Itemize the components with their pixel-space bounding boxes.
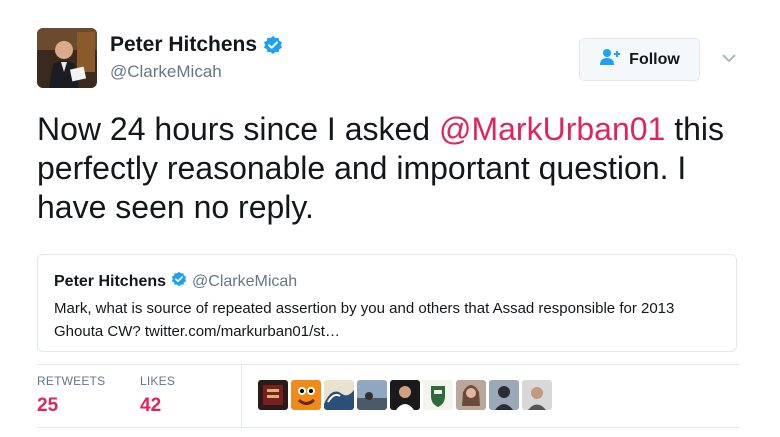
author-name-row[interactable]: Peter Hitchens: [110, 33, 283, 57]
add-person-icon: [599, 48, 621, 71]
chevron-down-icon[interactable]: [719, 50, 739, 66]
likes-stat[interactable]: LIKES 42: [140, 374, 175, 417]
liker-avatar[interactable]: [489, 380, 519, 410]
follow-button-label: Follow: [629, 50, 680, 68]
retweets-stat[interactable]: RETWEETS 25: [37, 374, 105, 417]
author-name[interactable]: Peter Hitchens: [110, 33, 257, 57]
quoted-tweet-header: Peter Hitchens @ClarkeMicah: [54, 271, 297, 292]
stats-bottom-divider: [37, 427, 740, 428]
quoted-verified-badge-icon: [171, 271, 187, 292]
verified-badge-icon: [263, 35, 283, 55]
liker-avatar[interactable]: [291, 380, 321, 410]
likers-avatars: [258, 380, 552, 410]
liker-avatar[interactable]: [357, 380, 387, 410]
liker-avatar[interactable]: [390, 380, 420, 410]
follow-button[interactable]: Follow: [579, 38, 700, 81]
mention-link[interactable]: @MarkUrban01: [439, 111, 665, 147]
liker-avatar[interactable]: [456, 380, 486, 410]
stats-divider: [241, 364, 242, 428]
author-avatar[interactable]: [37, 28, 97, 88]
liker-avatar[interactable]: [258, 380, 288, 410]
liker-avatar[interactable]: [423, 380, 453, 410]
tweet-text: Now 24 hours since I asked @MarkUrban01 …: [37, 110, 757, 227]
retweets-count: 25: [37, 395, 59, 416]
quoted-author-name: Peter Hitchens: [54, 272, 167, 290]
liker-avatar[interactable]: [324, 380, 354, 410]
quoted-tweet-text: Mark, what is source of repeated asserti…: [54, 300, 675, 340]
liker-avatar[interactable]: [522, 380, 552, 410]
likes-count: 42: [140, 395, 162, 416]
quoted-author-handle: @ClarkeMicah: [192, 272, 298, 290]
likes-label: LIKES: [140, 374, 176, 388]
author-handle[interactable]: @ClarkeMicah: [110, 62, 222, 82]
tweet-stats: RETWEETS 25 LIKES 42: [0, 364, 780, 428]
tweet-text-start: Now 24 hours since I asked: [37, 111, 439, 147]
stats-top-divider: [37, 364, 740, 365]
quoted-tweet-card[interactable]: Peter Hitchens @ClarkeMicah Mark, what i…: [37, 254, 737, 352]
retweets-label: RETWEETS: [37, 374, 106, 388]
